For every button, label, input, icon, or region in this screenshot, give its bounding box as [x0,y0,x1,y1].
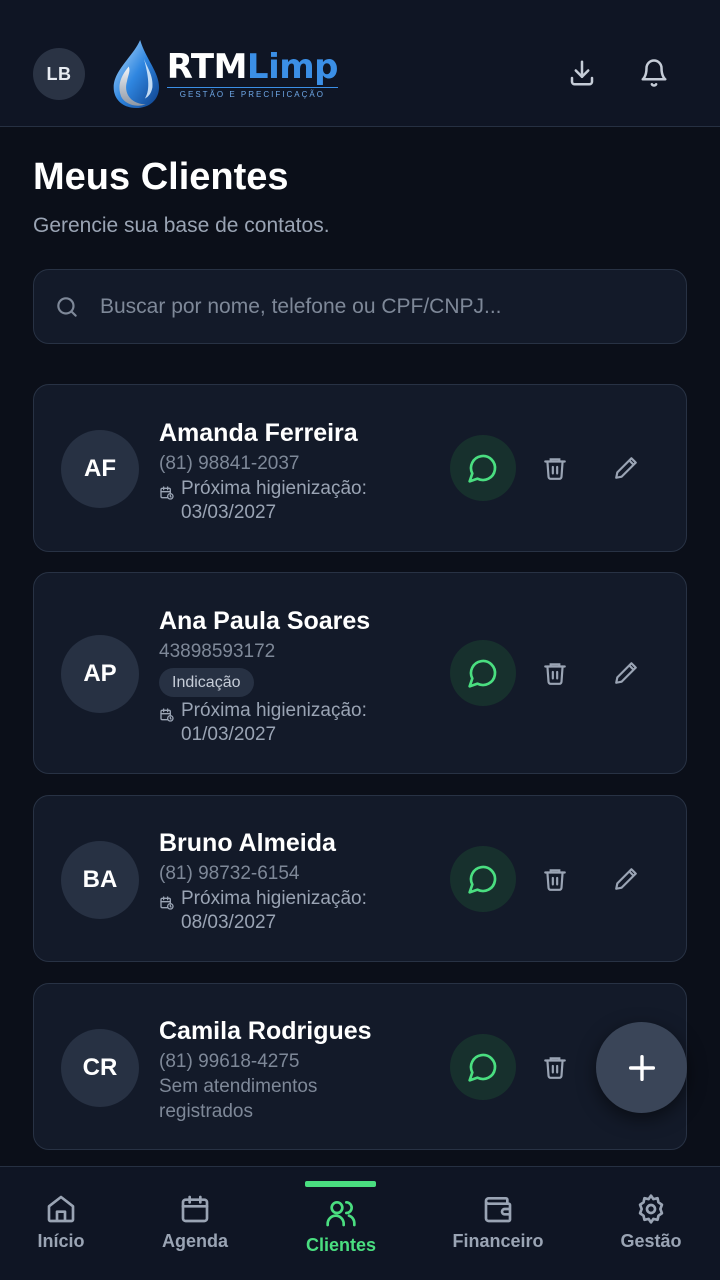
download-icon [570,60,594,86]
edit-button[interactable] [608,450,644,486]
nav-label: Início [37,1231,85,1251]
delete-button[interactable] [537,1049,573,1085]
notifications-button[interactable] [638,56,670,90]
page-title: Meus Clientes [33,156,289,198]
download-button[interactable] [566,56,598,90]
next-cleaning: Próxima higienização: 08/03/2027 [159,887,367,935]
client-card[interactable]: AF Amanda Ferreira (81) 98841-2037 Próxi… [33,384,687,552]
next-cleaning-date: 03/03/2027 [181,502,277,523]
nav-item-inicio[interactable]: Início [28,1167,94,1280]
whatsapp-button[interactable] [450,640,516,706]
calendar-clock-icon [160,708,174,722]
client-name: Amanda Ferreira [159,419,358,447]
whatsapp-button[interactable] [450,846,516,912]
trash-icon [544,458,566,480]
no-service-status: Sem atendimentos registrados [159,1076,318,1122]
app-logo: RTMLimp GESTÃO E PRECIFICAÇÃO [108,36,339,112]
client-name: Bruno Almeida [159,829,336,857]
search-icon [57,296,77,317]
pencil-icon [615,662,637,684]
next-cleaning-label: Próxima higienização: [181,888,367,909]
bell-icon [641,59,667,87]
nav-label: Clientes [305,1235,377,1255]
next-cleaning-label: Próxima higienização: [181,700,367,721]
nav-label: Gestão [620,1231,682,1251]
calendar-clock-icon [160,486,174,500]
home-icon [47,1195,75,1223]
chat-bubble-icon [468,454,497,483]
client-card[interactable]: BA Bruno Almeida (81) 98732-6154 Próxima… [33,795,687,962]
whatsapp-button[interactable] [450,1034,516,1100]
page-subtitle: Gerencie sua base de contatos. [33,214,330,237]
water-drop-logo-icon [113,39,160,109]
next-cleaning-date: 08/03/2027 [181,912,277,933]
client-name: Ana Paula Soares [159,607,371,635]
nav-item-financeiro[interactable]: Financeiro [446,1167,550,1280]
pencil-icon [615,868,637,890]
client-avatar: AF [61,430,139,508]
client-name: Camila Rodrigues [159,1017,372,1045]
delete-button[interactable] [537,450,573,486]
plus-icon [628,1054,655,1081]
chat-bubble-icon [468,1053,497,1082]
pencil-icon [615,457,637,479]
client-avatar: BA [61,841,139,919]
calendar-icon [181,1195,209,1223]
client-phone: (81) 98732-6154 [159,863,300,884]
wallet-icon [484,1197,512,1223]
next-cleaning: Próxima higienização: 01/03/2027 [159,699,367,747]
client-phone: (81) 99618-4275 [159,1051,300,1072]
next-cleaning-label: Próxima higienização: [181,478,367,499]
search-input[interactable] [100,270,686,343]
active-tab-indicator [305,1181,376,1187]
client-tag-badge: Indicação [159,668,254,697]
edit-button[interactable] [608,861,644,897]
edit-button[interactable] [608,655,644,691]
users-icon [326,1201,356,1227]
trash-icon [544,663,566,685]
trash-icon [544,1057,566,1079]
client-avatar: AP [61,635,139,713]
nav-label: Financeiro [452,1231,544,1251]
delete-button[interactable] [537,655,573,691]
chat-bubble-icon [468,865,497,894]
next-cleaning-date: 01/03/2027 [181,724,277,745]
gear-icon [638,1194,664,1224]
calendar-clock-icon [160,896,174,910]
trash-icon [544,869,566,891]
delete-button[interactable] [537,861,573,897]
nav-label: Agenda [161,1231,228,1251]
client-card[interactable]: CR Camila Rodrigues (81) 99618-4275 Sem … [33,983,687,1150]
user-avatar[interactable]: LB [33,48,85,100]
chat-bubble-icon [468,659,497,688]
client-avatar: CR [61,1029,139,1107]
nav-item-agenda[interactable]: Agenda [152,1167,238,1280]
logo-tagline: GESTÃO E PRECIFICAÇÃO [166,86,338,99]
app-header: LB RTMLimp GESTÃO E PRECIFICAÇÃO [0,0,720,127]
search-bar[interactable] [33,269,687,344]
client-phone: 43898593172 [159,641,276,662]
client-card[interactable]: AP Ana Paula Soares 43898593172 Indicaçã… [33,572,687,774]
logo-brand-accent: Limp [246,46,339,87]
whatsapp-button[interactable] [450,435,516,501]
client-phone: (81) 98841-2037 [159,453,300,474]
add-client-button[interactable] [596,1022,687,1113]
nav-item-gestao[interactable]: Gestão [614,1167,688,1280]
next-cleaning: Próxima higienização: 03/03/2027 [159,477,367,525]
logo-brand-main: RTM [166,46,248,87]
